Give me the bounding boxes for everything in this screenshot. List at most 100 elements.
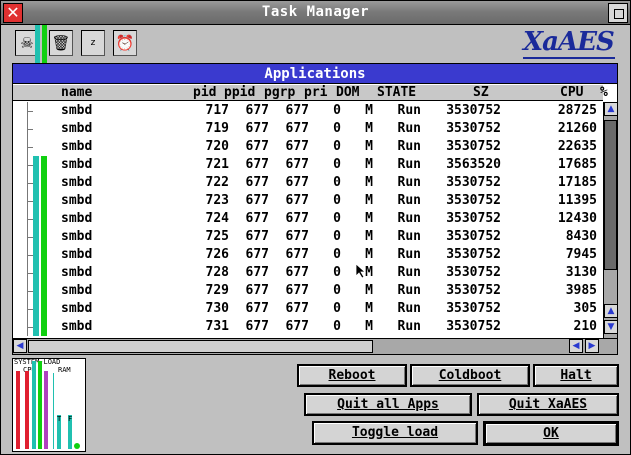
- maximize-icon[interactable]: [608, 3, 628, 23]
- quit-all-apps-button[interactable]: Quit all Apps: [304, 393, 472, 416]
- horizontal-scrollbar[interactable]: ◀ ◀ ▶: [13, 338, 617, 354]
- xaaes-logo: XaAES: [523, 27, 615, 57]
- table-row[interactable]: smbd 730 677 677 0 M Run 3530752 305: [13, 300, 603, 318]
- cell-ppid: 677: [245, 121, 269, 136]
- cell-sz: 3530752: [446, 139, 501, 154]
- table-row[interactable]: smbd 720 677 677 0 M Run 3530752 22635: [13, 138, 603, 156]
- table-row[interactable]: smbd 728 677 677 0 M Run 3530752 3130: [13, 264, 603, 282]
- load-bar: [33, 282, 39, 300]
- system-load-meter[interactable]: SYSTEM-LOAD CPU RAM T F: [12, 358, 86, 452]
- table-row[interactable]: smbd 722 677 677 0 M Run 3530752 17185: [13, 174, 603, 192]
- scroll-right-icon[interactable]: ▶: [585, 339, 599, 353]
- wake-icon[interactable]: ⏰: [113, 30, 137, 56]
- cell-state: Run: [397, 139, 421, 154]
- column-sz[interactable]: SZ: [473, 85, 489, 100]
- column-cpu[interactable]: CPU: [560, 85, 583, 100]
- table-row[interactable]: smbd 726 677 677 0 M Run 3530752 7945: [13, 246, 603, 264]
- cell-pid: 721: [205, 157, 229, 172]
- cell-ppid: 677: [245, 229, 269, 244]
- reboot-button[interactable]: Reboot: [297, 364, 407, 387]
- cell-sz: 3530752: [446, 265, 501, 280]
- quit-all-apps-button-label: Quit all Apps: [337, 397, 439, 412]
- table-row[interactable]: smbd 731 677 677 0 M Run 3530752 210: [13, 318, 603, 336]
- cell-cpu: 7945: [565, 247, 597, 262]
- cell-pri: 0: [333, 247, 341, 262]
- applications-panel: Applications name pid ppid pgrp pri DOM …: [12, 63, 618, 355]
- column-dom[interactable]: DOM: [336, 85, 359, 100]
- scroll-up-icon[interactable]: ▲: [604, 304, 618, 318]
- column-pri[interactable]: pri: [304, 85, 327, 100]
- cell-cpu: 12430: [557, 211, 597, 226]
- ok-button[interactable]: OK: [483, 421, 619, 446]
- cell-name: smbd: [61, 229, 93, 244]
- cell-pid: 722: [205, 175, 229, 190]
- scroll-down-icon[interactable]: ▼: [604, 320, 618, 334]
- cell-ppid: 677: [245, 247, 269, 262]
- load-bar: [33, 318, 39, 336]
- cell-sz: 3530752: [446, 103, 501, 118]
- vertical-scrollbar[interactable]: ▲ ▲ ▼: [603, 102, 618, 338]
- cell-state: Run: [397, 229, 421, 244]
- column-pid[interactable]: pid: [193, 85, 216, 100]
- cell-pri: 0: [333, 301, 341, 316]
- load-bar: [41, 192, 47, 210]
- tree-branch: [27, 147, 33, 148]
- cell-name: smbd: [61, 193, 93, 208]
- vertical-scroll-thumb[interactable]: [604, 120, 617, 270]
- table-row[interactable]: smbd 729 677 677 0 M Run 3530752 3985: [13, 282, 603, 300]
- title-bar[interactable]: ✕ Task Manager: [1, 1, 630, 25]
- status-dot-icon: [74, 443, 80, 449]
- logo-underline: [523, 57, 615, 59]
- table-row[interactable]: smbd 721 677 677 0 M Run 3563520 17685: [13, 156, 603, 174]
- cell-ppid: 677: [245, 175, 269, 190]
- cell-pri: 0: [333, 193, 341, 208]
- cell-state: Run: [397, 175, 421, 190]
- table-row[interactable]: smbd 719 677 677 0 M Run 3530752 21260: [13, 120, 603, 138]
- load-bar: [41, 156, 47, 174]
- horizontal-scroll-thumb[interactable]: [28, 340, 373, 353]
- toggle-load-button[interactable]: Toggle load: [312, 421, 478, 445]
- column-ppid[interactable]: ppid: [224, 85, 255, 100]
- halt-button-label: Halt: [560, 368, 592, 383]
- reboot-button-label: Reboot: [328, 368, 376, 383]
- cell-sz: 3530752: [446, 121, 501, 136]
- sleep-icon[interactable]: z: [81, 30, 105, 56]
- cell-ppid: 677: [245, 211, 269, 226]
- cell-ppid: 677: [245, 193, 269, 208]
- cell-state: Run: [397, 211, 421, 226]
- column-name[interactable]: name: [61, 85, 92, 100]
- cell-sz: 3530752: [446, 283, 501, 298]
- load-indicator-bar: [35, 25, 40, 63]
- cell-cpu: 3130: [565, 265, 597, 280]
- cell-pgrp: 677: [285, 211, 309, 226]
- column-pgrp[interactable]: pgrp: [264, 85, 295, 100]
- cell-dom: M: [365, 175, 373, 190]
- cpu-load-bar: [38, 361, 42, 449]
- table-row[interactable]: smbd 724 677 677 0 M Run 3530752 12430: [13, 210, 603, 228]
- cell-pid: 730: [205, 301, 229, 316]
- cell-cpu: 17185: [557, 175, 597, 190]
- coldboot-button[interactable]: Coldboot: [410, 364, 530, 387]
- cell-pgrp: 677: [285, 121, 309, 136]
- cell-name: smbd: [61, 301, 93, 316]
- scroll-up-icon[interactable]: ▲: [604, 102, 618, 116]
- cell-name: smbd: [61, 283, 93, 298]
- table-row[interactable]: smbd 717 677 677 0 M Run 3530752 28725: [13, 102, 603, 120]
- column-percent[interactable]: %: [600, 85, 608, 100]
- cell-pgrp: 677: [285, 283, 309, 298]
- load-bar: [33, 174, 39, 192]
- cell-state: Run: [397, 247, 421, 262]
- scroll-left-icon[interactable]: ◀: [569, 339, 583, 353]
- cell-pgrp: 677: [285, 139, 309, 154]
- cell-pgrp: 677: [285, 229, 309, 244]
- table-row[interactable]: smbd 725 677 677 0 M Run 3530752 8430: [13, 228, 603, 246]
- trash-can-icon[interactable]: 🗑: [49, 30, 73, 56]
- scroll-left-icon[interactable]: ◀: [13, 339, 27, 353]
- halt-button[interactable]: Halt: [533, 364, 619, 387]
- cell-pgrp: 677: [285, 265, 309, 280]
- cell-pgrp: 677: [285, 319, 309, 334]
- cell-ppid: 677: [245, 265, 269, 280]
- column-state[interactable]: STATE: [377, 85, 416, 100]
- quit-xaaes-button[interactable]: Quit XaAES: [477, 393, 619, 416]
- table-row[interactable]: smbd 723 677 677 0 M Run 3530752 11395: [13, 192, 603, 210]
